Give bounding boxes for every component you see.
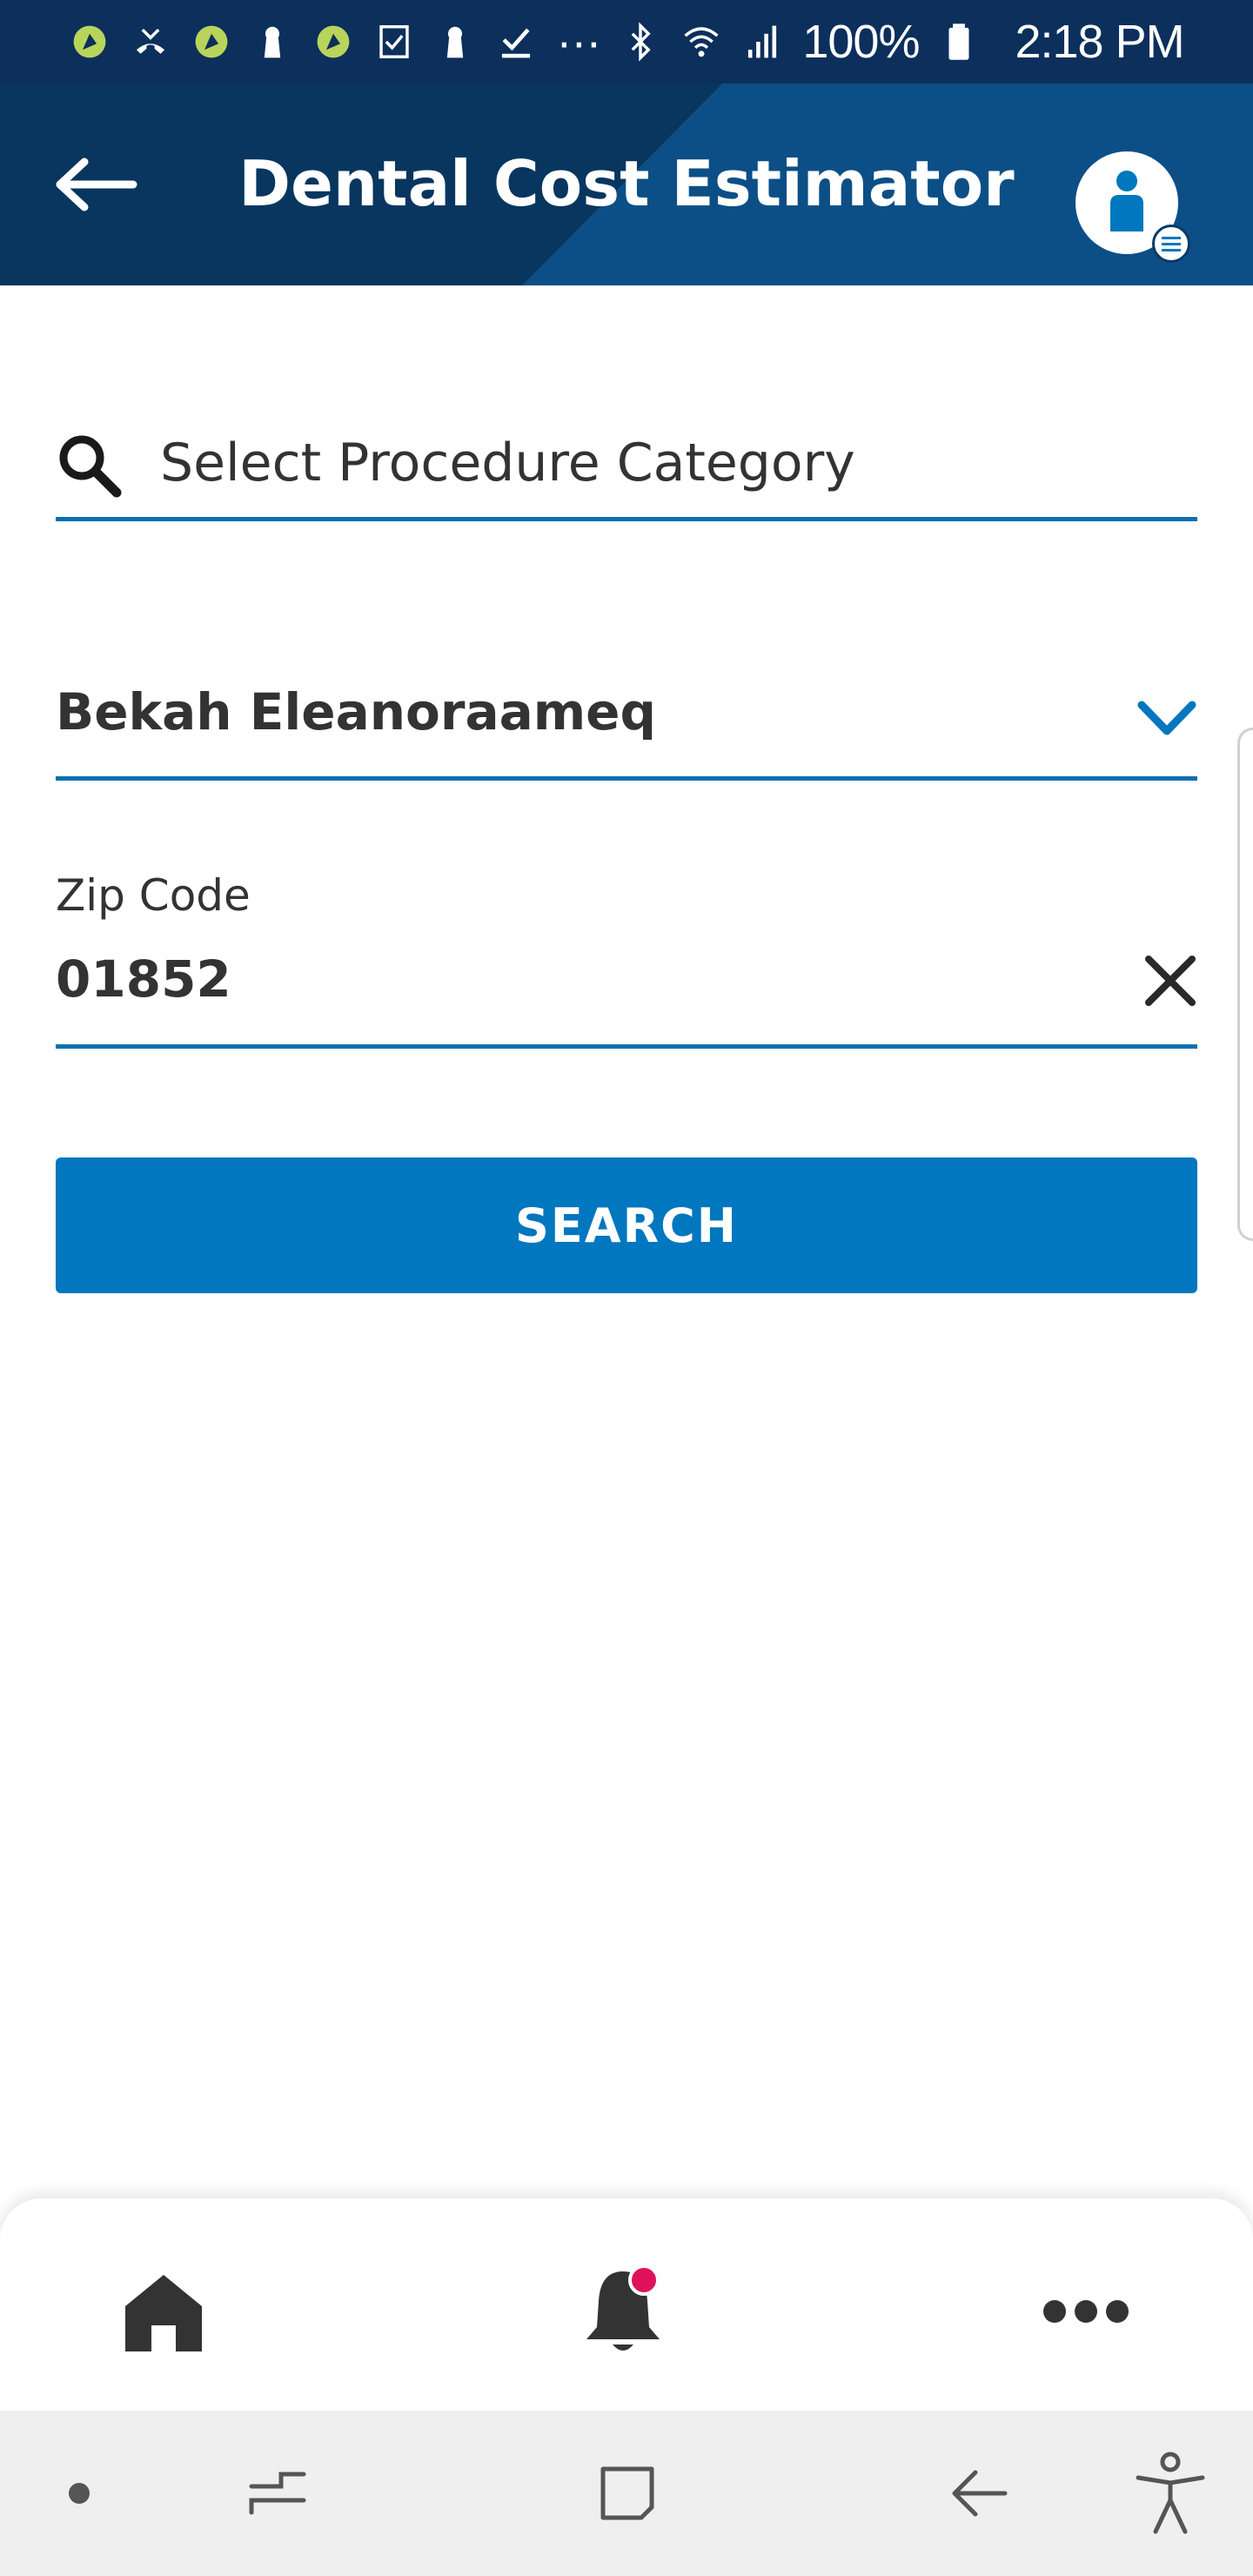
search-icon	[59, 435, 122, 498]
search-button[interactable]: SEARCH	[56, 1157, 1197, 1293]
wifi-icon	[680, 21, 722, 63]
home-icon	[125, 2275, 202, 2351]
recent-apps-icon	[249, 2472, 306, 2515]
edge-panel-handle[interactable]	[1237, 728, 1253, 1241]
missed-call-icon	[130, 21, 171, 63]
tab-notifications[interactable]	[571, 2259, 675, 2364]
nav-dot-indicator	[31, 2445, 127, 2541]
clear-zip-button[interactable]	[1140, 950, 1201, 1011]
accessibility-button[interactable]	[1122, 2445, 1218, 2541]
chevron-down-icon	[1137, 701, 1196, 735]
recent-apps-button[interactable]	[230, 2445, 325, 2541]
member-dropdown-underline	[56, 776, 1197, 781]
home-button[interactable]	[580, 2445, 675, 2541]
app-notification-icon	[69, 21, 111, 63]
accessibility-icon	[1136, 2452, 1205, 2534]
zip-code-underline	[56, 1044, 1197, 1049]
tab-home[interactable]	[111, 2259, 216, 2364]
bottom-tab-bar	[0, 2198, 1253, 2411]
app-notification-icon	[312, 21, 354, 63]
battery-percentage: 100%	[802, 16, 920, 68]
more-horizontal-icon	[1043, 2300, 1129, 2323]
back-button[interactable]	[49, 150, 144, 219]
procedure-search-input[interactable]	[160, 426, 1187, 500]
app-header: Dental Cost Estimator	[0, 84, 1253, 285]
notification-badge	[628, 2264, 660, 2296]
zip-code-label: Zip Code	[56, 870, 251, 921]
page-title: Dental Cost Estimator	[238, 147, 1015, 220]
app-notification-icon	[191, 21, 232, 63]
tab-more[interactable]	[1034, 2259, 1138, 2364]
system-navigation-bar	[0, 2411, 1253, 2576]
home-square-icon	[600, 2466, 654, 2520]
keyhole-icon	[434, 21, 476, 63]
clock: 2:18 PM	[1015, 16, 1184, 68]
signal-icon	[741, 21, 783, 63]
keyhole-icon	[251, 21, 293, 63]
person-icon	[1110, 171, 1143, 231]
download-done-icon	[495, 21, 537, 63]
app-screen: ··· 100% 2:18 PM Dental Cost Estimator S…	[0, 0, 1253, 2576]
bluetooth-icon	[620, 21, 661, 63]
procedure-search-underline	[56, 517, 1197, 521]
back-button-system[interactable]	[931, 2445, 1027, 2541]
back-arrow-icon	[56, 158, 137, 211]
procedure-search-field	[56, 409, 1197, 505]
battery-icon	[938, 21, 980, 63]
back-arrow-icon	[952, 2470, 1008, 2517]
status-bar: ··· 100% 2:18 PM	[0, 0, 1253, 84]
menu-badge-icon	[1152, 225, 1190, 263]
more-notifications-indicator: ···	[556, 16, 601, 68]
zip-code-input[interactable]	[56, 940, 1082, 1018]
member-selected-value: Bekah Eleanoraameq	[56, 682, 657, 741]
member-dropdown[interactable]: Bekah Eleanoraameq	[56, 670, 1197, 775]
profile-avatar-button[interactable]	[1075, 151, 1190, 263]
checkbox-icon	[373, 21, 415, 63]
